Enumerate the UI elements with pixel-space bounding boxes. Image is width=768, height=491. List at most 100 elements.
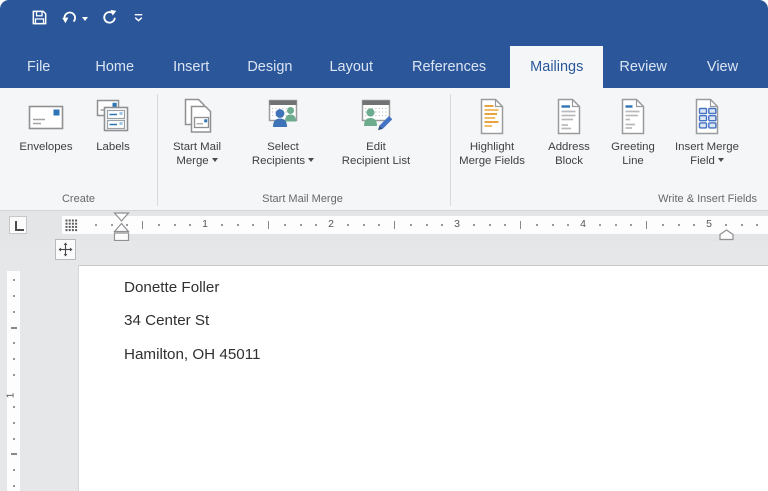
button-label: Labels bbox=[96, 141, 130, 153]
ruler-tick bbox=[299, 224, 302, 226]
tab-insert[interactable]: Insert bbox=[159, 46, 223, 88]
ruler-tick bbox=[646, 221, 647, 229]
chevron-down-icon bbox=[211, 158, 218, 163]
ruler-tick bbox=[378, 224, 381, 226]
button-label: Line bbox=[622, 154, 644, 167]
button-label: Address bbox=[548, 141, 590, 153]
chevron-down-icon bbox=[308, 158, 315, 163]
ruler-tick bbox=[142, 221, 143, 229]
envelopes-button[interactable]: Envelopes bbox=[14, 94, 78, 190]
start-mail-merge-button[interactable]: Start Mail Merge bbox=[160, 94, 234, 190]
button-label: Merge Fields bbox=[459, 154, 525, 167]
ruler-number: 1 bbox=[202, 218, 208, 230]
greeting-line-button[interactable]: Greeting Line bbox=[602, 94, 664, 190]
tab-references[interactable]: References bbox=[398, 46, 500, 88]
labels-button[interactable]: Labels bbox=[88, 94, 138, 190]
ruler-tick bbox=[630, 224, 633, 226]
button-label: Highlight bbox=[469, 141, 515, 153]
vertical-ruler-strip[interactable]: 1 bbox=[5, 271, 20, 491]
ruler-tick bbox=[173, 224, 176, 226]
tab-mailings[interactable]: Mailings bbox=[510, 46, 604, 88]
insert-merge-field-button[interactable]: Insert Merge Field bbox=[664, 94, 750, 190]
ruler-tick bbox=[425, 224, 428, 226]
button-label: Recipient List bbox=[341, 154, 411, 167]
ruler-tick bbox=[12, 405, 15, 408]
tab-layout[interactable]: Layout bbox=[315, 46, 387, 88]
ruler-tick bbox=[252, 224, 255, 226]
title-bar bbox=[0, 0, 768, 46]
ruler-tick bbox=[567, 224, 570, 226]
tab-file[interactable]: File bbox=[13, 46, 64, 88]
tab-design[interactable]: Design bbox=[233, 46, 306, 88]
ruler-tick bbox=[693, 224, 696, 226]
tab-view[interactable]: View bbox=[693, 46, 752, 88]
select-recipients-button[interactable]: Select Recipients bbox=[238, 94, 328, 190]
chevron-down-icon bbox=[82, 17, 88, 21]
address-block-button[interactable]: Address Block bbox=[538, 94, 600, 190]
highlight-merge-fields-button[interactable]: Highlight Merge Fields bbox=[450, 94, 534, 190]
group-label-write-insert-fields: Write & Insert Fields bbox=[658, 193, 757, 205]
address-block-icon bbox=[549, 94, 589, 137]
repeat-button[interactable] bbox=[101, 9, 118, 29]
tab-stop-selector[interactable] bbox=[9, 216, 27, 234]
ruler-tick bbox=[409, 224, 412, 226]
customize-quick-access-button[interactable] bbox=[131, 10, 146, 28]
button-label: Edit bbox=[366, 141, 386, 153]
ruler-tick bbox=[551, 224, 554, 226]
group-label-start-mail-merge: Start Mail Merge bbox=[262, 193, 343, 205]
button-label: Recipients bbox=[251, 154, 306, 167]
ruler-tick bbox=[12, 294, 15, 297]
ruler-tick bbox=[394, 221, 395, 229]
ruler-tick bbox=[220, 224, 223, 226]
ruler-tick bbox=[472, 224, 475, 226]
button-label: Merge bbox=[176, 154, 209, 167]
ruler-tick bbox=[441, 224, 444, 226]
address-block-text: Donette Foller 34 Center St Hamilton, OH… bbox=[124, 271, 260, 371]
undo-icon bbox=[61, 9, 78, 29]
ruler-number: 4 bbox=[580, 218, 586, 230]
envelopes-icon bbox=[26, 94, 66, 137]
ruler-tick bbox=[598, 224, 601, 226]
group-divider bbox=[157, 94, 158, 206]
save-button[interactable] bbox=[31, 9, 48, 29]
button-label: Field bbox=[690, 154, 715, 167]
button-label: Select bbox=[267, 141, 299, 153]
ruler-tick bbox=[12, 469, 15, 472]
ruler-tick bbox=[12, 437, 15, 440]
ruler-tick bbox=[504, 224, 507, 226]
button-label: Start Mail bbox=[172, 141, 222, 153]
ruler-number: 2 bbox=[328, 218, 334, 230]
table-column-marker-icon[interactable] bbox=[65, 219, 78, 237]
tab-review[interactable]: Review bbox=[605, 46, 681, 88]
ruler-tick bbox=[12, 374, 15, 377]
table-move-handle[interactable] bbox=[55, 239, 76, 260]
ribbon-tab-bar: File Home Insert Design Layout Reference… bbox=[0, 46, 768, 88]
ruler-tick bbox=[12, 310, 15, 313]
highlight-merge-fields-icon bbox=[472, 94, 512, 137]
word-window: File Home Insert Design Layout Reference… bbox=[0, 0, 768, 491]
ruler-tick bbox=[94, 224, 97, 226]
ruler-tick bbox=[12, 358, 15, 361]
button-label: Insert Merge bbox=[675, 141, 739, 153]
ruler-tick bbox=[189, 224, 192, 226]
tab-home[interactable]: Home bbox=[81, 46, 148, 88]
move-arrows-icon bbox=[58, 242, 73, 257]
ruler-tick bbox=[740, 224, 743, 226]
greeting-line-icon bbox=[613, 94, 653, 137]
ruler-tick bbox=[283, 224, 286, 226]
start-mail-merge-icon bbox=[177, 94, 217, 137]
horizontal-ruler-strip[interactable]: 1 2 3 4 5 bbox=[62, 216, 768, 234]
button-label: Envelopes bbox=[19, 141, 73, 153]
ruler-tick bbox=[724, 224, 727, 226]
button-label: Greeting bbox=[611, 141, 655, 153]
ruler-tick bbox=[756, 224, 759, 226]
ruler-tick bbox=[520, 221, 521, 229]
ruler-tick bbox=[12, 485, 15, 488]
quick-access-toolbar bbox=[31, 9, 146, 29]
undo-button[interactable] bbox=[61, 9, 88, 29]
ruler-tick bbox=[157, 224, 160, 226]
ribbon: Envelopes Labels Create Start Mail Merge… bbox=[0, 88, 768, 211]
edit-recipient-list-button[interactable]: Edit Recipient List bbox=[330, 94, 422, 190]
address-line: Donette Foller bbox=[124, 279, 220, 296]
button-label: Block bbox=[555, 154, 583, 167]
